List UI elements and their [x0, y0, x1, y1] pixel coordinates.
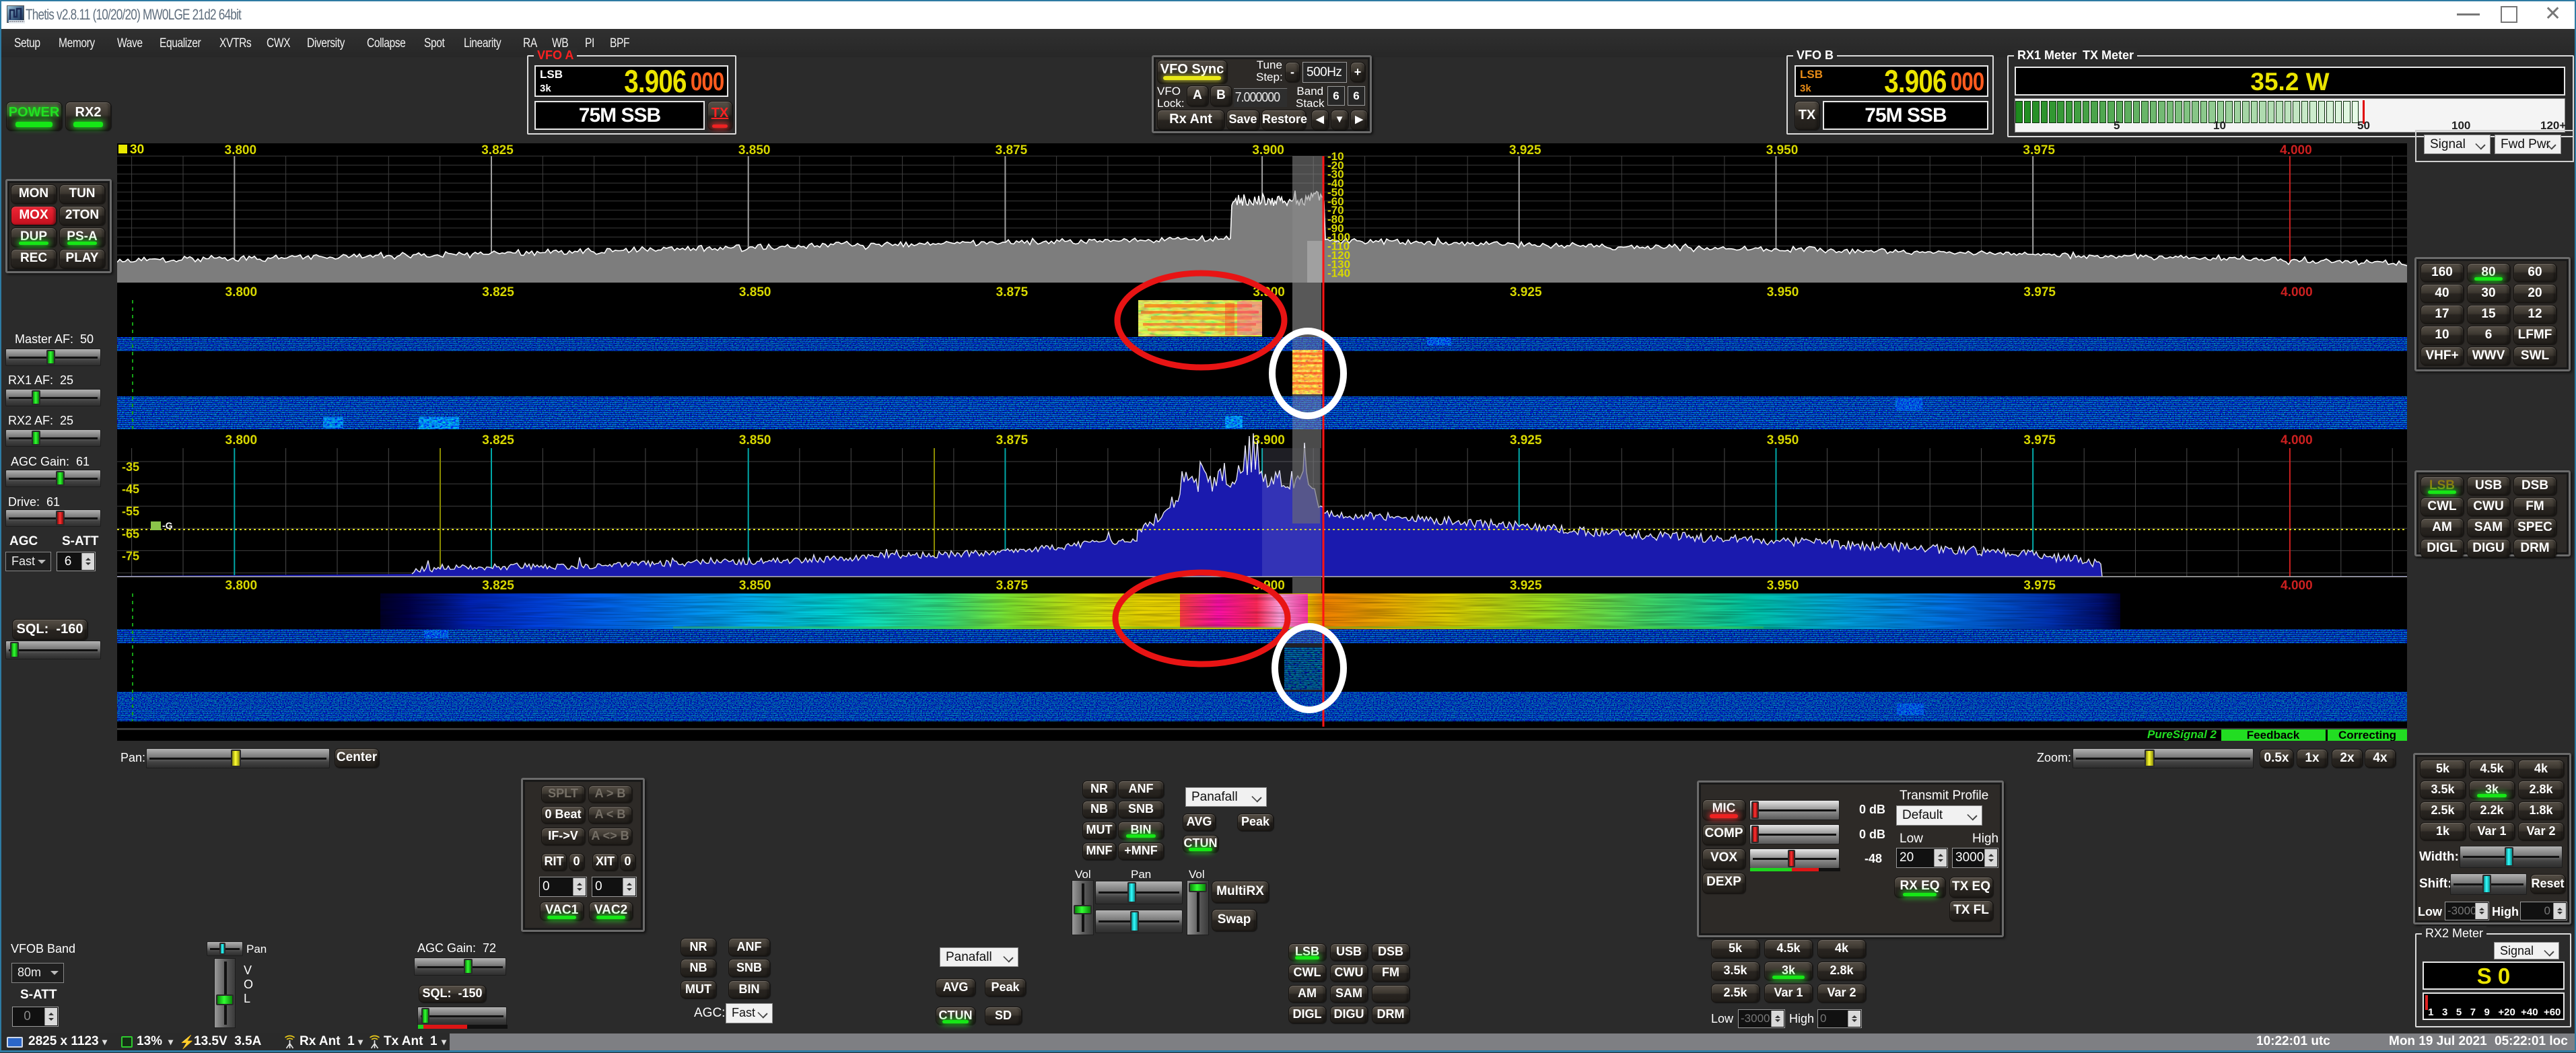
svg-text:3.925: 3.925: [1510, 579, 1542, 593]
svg-text:Feedback: Feedback: [2247, 729, 2300, 741]
svg-text:3.800: 3.800: [225, 285, 258, 299]
svg-text:3.925: 3.925: [1510, 285, 1542, 299]
svg-text:3.975: 3.975: [2023, 579, 2056, 593]
svg-text:4.000: 4.000: [2280, 143, 2312, 157]
svg-text:3.850: 3.850: [739, 285, 771, 299]
svg-text:3.875: 3.875: [996, 433, 1029, 447]
svg-text:4.000: 4.000: [2281, 579, 2313, 593]
svg-text:Correcting: Correcting: [2338, 729, 2396, 741]
svg-text:3.950: 3.950: [1767, 285, 1799, 299]
svg-text:-35: -35: [122, 460, 139, 474]
svg-text:-75: -75: [122, 549, 139, 562]
svg-text:3.875: 3.875: [996, 579, 1029, 593]
svg-text:3.850: 3.850: [739, 579, 771, 593]
svg-text:3.975: 3.975: [2023, 433, 2056, 447]
svg-text:3.875: 3.875: [996, 143, 1028, 157]
svg-text:3.850: 3.850: [739, 433, 771, 447]
svg-text:3.800: 3.800: [225, 579, 258, 593]
svg-text:3.925: 3.925: [1509, 143, 1541, 157]
svg-text:3.850: 3.850: [738, 143, 771, 157]
svg-text:-45: -45: [122, 482, 139, 496]
svg-text:-140: -140: [1327, 267, 1350, 280]
svg-text:-G: -G: [162, 520, 173, 531]
svg-text:3.825: 3.825: [482, 579, 514, 593]
svg-text:3.875: 3.875: [996, 285, 1029, 299]
svg-text:4.000: 4.000: [2281, 285, 2313, 299]
svg-text:3.800: 3.800: [225, 143, 257, 157]
svg-text:3.800: 3.800: [225, 433, 258, 447]
svg-text:3.825: 3.825: [481, 143, 514, 157]
svg-text:3.825: 3.825: [482, 285, 514, 299]
svg-text:PureSignal 2: PureSignal 2: [2147, 728, 2217, 741]
svg-text:3.975: 3.975: [2023, 143, 2055, 157]
svg-text:3.950: 3.950: [1767, 433, 1799, 447]
svg-text:3.950: 3.950: [1767, 579, 1799, 593]
svg-text:3.975: 3.975: [2023, 285, 2056, 299]
svg-text:3.925: 3.925: [1510, 433, 1542, 447]
svg-text:-55: -55: [122, 505, 139, 518]
svg-text:3.825: 3.825: [482, 433, 514, 447]
svg-text:4.000: 4.000: [2281, 433, 2313, 447]
svg-text:30: 30: [130, 143, 144, 157]
svg-text:3.950: 3.950: [1766, 143, 1799, 157]
svg-text:-65: -65: [122, 527, 139, 540]
svg-text:3.900: 3.900: [1252, 143, 1284, 157]
